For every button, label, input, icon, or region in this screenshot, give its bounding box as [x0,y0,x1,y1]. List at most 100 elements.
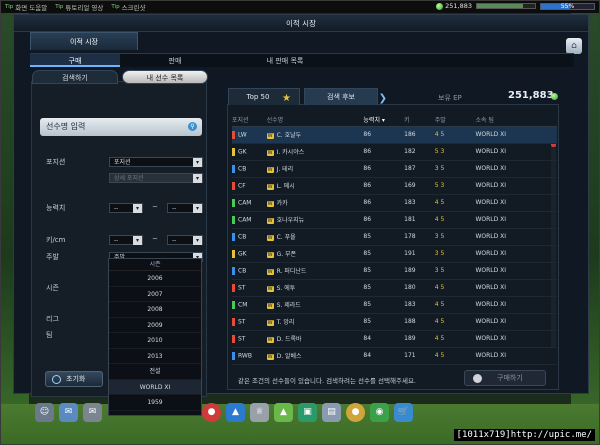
height-max-select[interactable]: -- ▾ [167,235,203,245]
table-row[interactable]: RWB W D. 알베스 84 171 4 5 WORLD XI [232,347,557,365]
table-row[interactable]: ST W S. 에투 85 180 4 5 WORLD XI [232,279,557,297]
help-link[interactable]: Tip 화면 도움말 [5,2,47,12]
trophy-icon[interactable]: ♕ [250,402,269,422]
messages-icon[interactable]: ✉ [59,402,78,422]
column-header[interactable]: 소속 팀 [475,113,557,127]
ball-icon[interactable]: ● [202,402,221,422]
table-row[interactable]: CAM W 호나우지뉴 86 181 4 5 WORLD XI [232,211,557,229]
tab-my-players[interactable]: 내 선수 목록 [122,70,208,84]
season-dropdown[interactable]: 시즌 2006 2007 2008 2009 2010 2013 전설 WORL… [108,258,202,416]
player-position: CAM [232,194,267,212]
table-row[interactable]: CB W R. 퍼디난드 85 189 3 5 WORLD XI [232,262,557,280]
table-row[interactable]: GK W I. 카시야스 86 182 5 3 WORLD XI [232,143,557,161]
chevron-down-icon: ▾ [193,204,202,213]
dropdown-option[interactable]: 2010 [109,333,201,349]
nation-badge-icon: W [266,252,274,258]
ability-max-select[interactable]: -- ▾ [167,203,203,213]
tab-top-50[interactable]: Top 50 ★ [228,88,300,105]
screenshot-link-label: 스크린샷 [121,4,146,12]
cart-icon[interactable]: 🛒 [394,402,413,422]
screenshot-link[interactable]: Tip 스크린샷 [111,2,145,12]
player-position: ST [232,330,267,348]
player-position: CB [232,262,267,280]
club-icon[interactable]: ◉ [370,402,389,422]
table-row[interactable]: CB W J. 테리 86 187 3 5 WORLD XI [232,160,557,178]
buy-button[interactable]: 구매하기 [464,370,546,386]
nation-badge-icon: W [266,354,274,360]
dropdown-option[interactable]: WORLD XI [109,379,201,395]
player-ovr: 85 [363,313,405,331]
training-icon[interactable]: ▲ [274,402,293,422]
player-ovr: 85 [363,245,405,263]
player-position: CF [232,177,267,195]
home-button[interactable]: ⌂ [566,38,582,54]
table-row[interactable]: CM W S. 제라드 85 183 4 5 WORLD XI [232,296,557,314]
table-row[interactable]: CB W C. 푸욜 85 178 3 5 WORLD XI [232,228,557,246]
dropdown-option[interactable]: 전설 [109,364,201,380]
column-header[interactable]: 포지션 [232,113,267,127]
tab-search-candidates[interactable]: 검색 후보 ❯ [304,88,387,105]
player-team: WORLD XI [475,347,557,365]
monitor-icon[interactable]: ▣ [298,402,317,422]
player-name: W L. 메시 [266,177,364,195]
tutorial-link[interactable]: Tip 튜토리얼 영상 [55,2,103,12]
position-select[interactable]: 포지션 ▾ [109,157,203,167]
tab-transfer-market[interactable]: 이적 시장 [30,32,138,50]
reset-label: 초기화 [66,375,86,383]
ability-max-value: -- [172,205,177,212]
mail-icon[interactable]: ✉ [83,402,102,422]
dropdown-option[interactable]: 2013 [109,349,201,364]
table-row[interactable]: CAM W 카카 86 183 4 5 WORLD XI [232,194,557,212]
player-team: WORLD XI [475,279,557,297]
nation-badge-icon: W [266,269,274,275]
height-min-select[interactable]: -- ▾ [109,235,143,245]
player-foot: 3 5 [434,262,476,280]
table-row[interactable]: ST W T. 앙리 85 188 4 5 WORLD XI [232,313,557,331]
table-row[interactable]: LW W C. 호날두 86 186 4 5 WORLD XI [232,126,557,144]
reset-button[interactable]: 초기화 [45,371,103,387]
player-position: CB [232,160,267,178]
player-position: CM [232,296,267,314]
dropdown-option[interactable]: 2006 [109,271,201,287]
player-name-input[interactable]: 선수명 입력 ⚲ [40,118,202,136]
player-position: RWB [232,347,267,365]
table-row[interactable]: CF W L. 메시 86 169 5 3 WORLD XI [232,177,557,195]
player-name: W S. 제라드 [266,296,364,314]
tab-my-listings[interactable]: 내 판매 목록 [230,54,340,67]
column-header[interactable]: 선수명 [266,113,364,127]
table-row[interactable]: ST W D. 드록바 84 189 4 5 WORLD XI [232,330,557,348]
column-header[interactable]: 키 [404,113,435,127]
coin-shop-icon[interactable]: ● [346,402,365,422]
tab-buy[interactable]: 구매 [30,54,120,67]
column-header[interactable]: 주발 [434,113,476,127]
column-header-sorted[interactable]: 능력치 ▾ [363,113,405,127]
table-row[interactable]: GK W G. 부폰 85 191 3 5 WORLD XI [232,245,557,263]
player-height: 188 [404,313,435,331]
search-icon[interactable]: ⚲ [188,122,197,131]
player-team: WORLD XI [475,194,557,212]
player-foot: 3 5 [434,245,476,263]
chevron-right-icon: ❯ [378,93,387,104]
tip-tag: Tip [55,4,64,10]
player-position: GK [232,245,267,263]
player-height: 189 [404,262,435,280]
dropdown-option[interactable]: 2007 [109,287,201,302]
boots-icon[interactable]: ▲ [226,402,245,422]
team-label: 팀 [46,331,53,339]
range-separator: ~ [152,203,158,211]
coin-icon [551,93,558,100]
tab-search[interactable]: 검색하기 [32,70,118,84]
ability-min-select[interactable]: -- ▾ [109,203,143,213]
dropdown-option[interactable]: 2009 [109,318,201,333]
player-name: W T. 앙리 [266,313,364,331]
player-height: 182 [404,143,435,161]
sub-position-select[interactable]: 상세 포지션 ▾ [109,173,203,183]
cards-icon[interactable]: ▤ [322,402,341,422]
player-height: 183 [404,194,435,212]
dropdown-option[interactable]: 2008 [109,302,201,318]
profile-icon[interactable]: ☺ [35,402,54,422]
nation-badge-icon: W [266,218,274,224]
tab-sell[interactable]: 판매 [120,54,230,67]
window-title: 이적 시장 [14,15,588,32]
nation-badge-icon: W [266,167,274,173]
